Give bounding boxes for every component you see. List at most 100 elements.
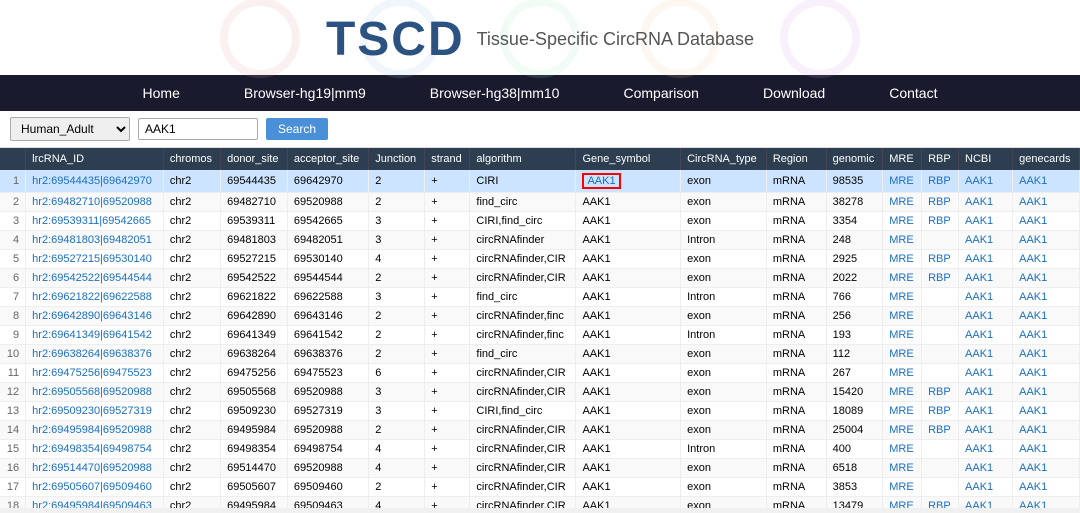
row-genecards[interactable]: AAK1 xyxy=(1013,440,1080,459)
row-rbp[interactable]: RBP xyxy=(922,250,959,269)
row-num: 5 xyxy=(0,250,26,269)
row-ncbi[interactable]: AAK1 xyxy=(959,250,1013,269)
row-id[interactable]: hr2:69498354|69498754 xyxy=(26,440,164,459)
row-rbp[interactable]: RBP xyxy=(922,383,959,402)
search-button[interactable]: Search xyxy=(266,118,328,140)
row-mre[interactable]: MRE xyxy=(883,364,922,383)
row-gene: AAK1 xyxy=(576,364,681,383)
row-mre[interactable]: MRE xyxy=(883,326,922,345)
nav-browser-hg38[interactable]: Browser-hg38|mm10 xyxy=(398,75,592,111)
row-ncbi[interactable]: AAK1 xyxy=(959,440,1013,459)
row-mre[interactable]: MRE xyxy=(883,497,922,509)
row-id[interactable]: hr2:69481803|69482051 xyxy=(26,231,164,250)
row-genecards[interactable]: AAK1 xyxy=(1013,383,1080,402)
row-ncbi[interactable]: AAK1 xyxy=(959,364,1013,383)
row-ncbi[interactable]: AAK1 xyxy=(959,231,1013,250)
row-genecards[interactable]: AAK1 xyxy=(1013,250,1080,269)
row-id[interactable]: hr2:69621822|69622588 xyxy=(26,288,164,307)
row-mre[interactable]: MRE xyxy=(883,231,922,250)
row-rbp[interactable]: RBP xyxy=(922,269,959,288)
row-mre[interactable]: MRE xyxy=(883,459,922,478)
row-id[interactable]: hr2:69482710|69520988 xyxy=(26,193,164,212)
row-ncbi[interactable]: AAK1 xyxy=(959,269,1013,288)
row-acceptor: 69509463 xyxy=(287,497,368,509)
row-gene: AAK1 xyxy=(576,193,681,212)
row-ncbi[interactable]: AAK1 xyxy=(959,212,1013,231)
row-id[interactable]: hr2:69505568|69520988 xyxy=(26,383,164,402)
row-id[interactable]: hr2:69544435|69642970 xyxy=(26,170,164,193)
row-genecards[interactable]: AAK1 xyxy=(1013,231,1080,250)
row-rbp[interactable]: RBP xyxy=(922,421,959,440)
row-id[interactable]: hr2:69642890|69643146 xyxy=(26,307,164,326)
row-genecards[interactable]: AAK1 xyxy=(1013,326,1080,345)
row-genecards[interactable]: AAK1 xyxy=(1013,497,1080,509)
row-ncbi[interactable]: AAK1 xyxy=(959,421,1013,440)
row-mre[interactable]: MRE xyxy=(883,478,922,497)
row-genomic: 18089 xyxy=(826,402,883,421)
row-ncbi[interactable]: AAK1 xyxy=(959,459,1013,478)
row-genecards[interactable]: AAK1 xyxy=(1013,193,1080,212)
nav-browser-hg19[interactable]: Browser-hg19|mm9 xyxy=(212,75,398,111)
row-genecards[interactable]: AAK1 xyxy=(1013,402,1080,421)
row-acceptor: 69643146 xyxy=(287,307,368,326)
row-id[interactable]: hr2:69539311|69542665 xyxy=(26,212,164,231)
row-ncbi[interactable]: AAK1 xyxy=(959,326,1013,345)
row-rbp[interactable]: RBP xyxy=(922,212,959,231)
row-mre[interactable]: MRE xyxy=(883,421,922,440)
row-junction: 2 xyxy=(369,170,425,193)
row-mre[interactable]: MRE xyxy=(883,307,922,326)
nav-download[interactable]: Download xyxy=(731,75,857,111)
row-ncbi[interactable]: AAK1 xyxy=(959,478,1013,497)
row-mre[interactable]: MRE xyxy=(883,345,922,364)
row-genecards[interactable]: AAK1 xyxy=(1013,421,1080,440)
row-genecards[interactable]: AAK1 xyxy=(1013,307,1080,326)
row-mre[interactable]: MRE xyxy=(883,288,922,307)
row-ncbi[interactable]: AAK1 xyxy=(959,288,1013,307)
row-ncbi[interactable]: AAK1 xyxy=(959,307,1013,326)
row-mre[interactable]: MRE xyxy=(883,269,922,288)
row-ncbi[interactable]: AAK1 xyxy=(959,193,1013,212)
row-genecards[interactable]: AAK1 xyxy=(1013,459,1080,478)
row-id[interactable]: hr2:69514470|69520988 xyxy=(26,459,164,478)
row-genecards[interactable]: AAK1 xyxy=(1013,212,1080,231)
row-rbp[interactable]: RBP xyxy=(922,402,959,421)
row-ncbi[interactable]: AAK1 xyxy=(959,402,1013,421)
nav-contact[interactable]: Contact xyxy=(857,75,969,111)
row-rbp[interactable]: RBP xyxy=(922,170,959,193)
row-mre[interactable]: MRE xyxy=(883,383,922,402)
gene-input[interactable] xyxy=(138,118,258,140)
row-id[interactable]: hr2:69505607|69509460 xyxy=(26,478,164,497)
nav-comparison[interactable]: Comparison xyxy=(591,75,730,111)
species-select[interactable]: Human_Adult Human_Fetal Mouse_Adult xyxy=(10,117,130,141)
row-mre[interactable]: MRE xyxy=(883,250,922,269)
row-ncbi[interactable]: AAK1 xyxy=(959,345,1013,364)
row-ncbi[interactable]: AAK1 xyxy=(959,383,1013,402)
row-id[interactable]: hr2:69542522|69544544 xyxy=(26,269,164,288)
row-genecards[interactable]: AAK1 xyxy=(1013,345,1080,364)
row-rbp[interactable]: RBP xyxy=(922,497,959,509)
row-mre[interactable]: MRE xyxy=(883,193,922,212)
row-genecards[interactable]: AAK1 xyxy=(1013,269,1080,288)
row-genecards[interactable]: AAK1 xyxy=(1013,364,1080,383)
col-acceptor: acceptor_site xyxy=(287,148,368,170)
row-genecards[interactable]: AAK1 xyxy=(1013,478,1080,497)
row-mre[interactable]: MRE xyxy=(883,170,922,193)
row-algo: circRNAfinder,CIR xyxy=(470,269,576,288)
table-row: 14hr2:69495984|69520988chr26949598469520… xyxy=(0,421,1080,440)
row-id[interactable]: hr2:69527215|69530140 xyxy=(26,250,164,269)
row-id[interactable]: hr2:69641349|69641542 xyxy=(26,326,164,345)
row-mre[interactable]: MRE xyxy=(883,440,922,459)
nav-home[interactable]: Home xyxy=(111,75,212,111)
row-id[interactable]: hr2:69509230|69527319 xyxy=(26,402,164,421)
row-rbp[interactable]: RBP xyxy=(922,193,959,212)
row-mre[interactable]: MRE xyxy=(883,212,922,231)
row-ncbi[interactable]: AAK1 xyxy=(959,170,1013,193)
row-id[interactable]: hr2:69475256|69475523 xyxy=(26,364,164,383)
row-id[interactable]: hr2:69638264|69638376 xyxy=(26,345,164,364)
row-genecards[interactable]: AAK1 xyxy=(1013,170,1080,193)
row-mre[interactable]: MRE xyxy=(883,402,922,421)
row-ncbi[interactable]: AAK1 xyxy=(959,497,1013,509)
row-genecards[interactable]: AAK1 xyxy=(1013,288,1080,307)
row-id[interactable]: hr2:69495984|69520988 xyxy=(26,421,164,440)
row-id[interactable]: hr2:69495984|69509463 xyxy=(26,497,164,509)
